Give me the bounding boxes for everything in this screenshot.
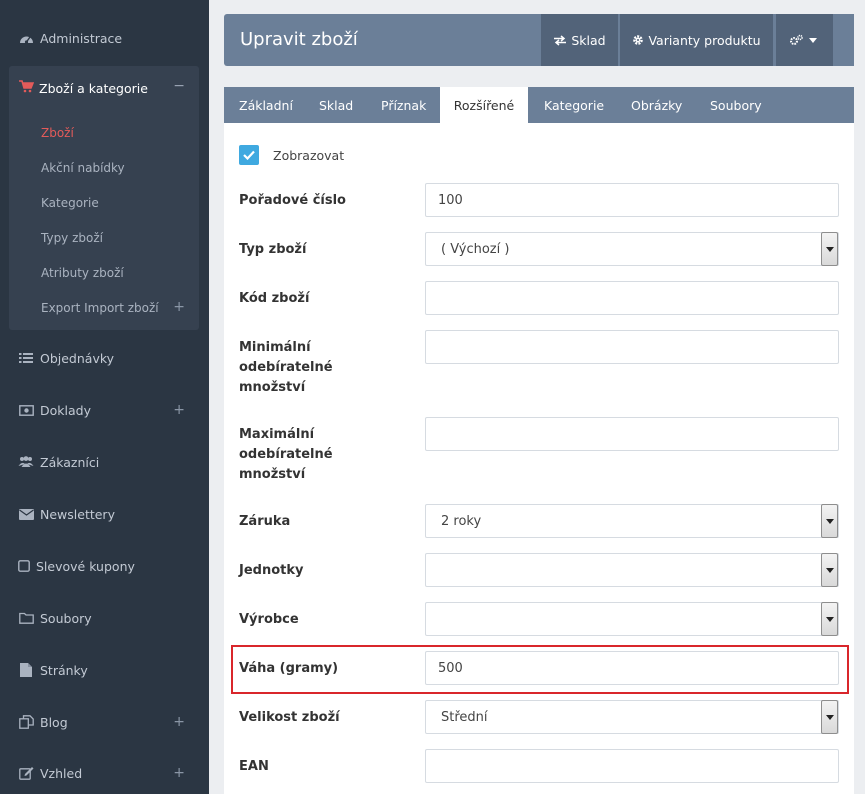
size-select[interactable]: Střední [425, 700, 839, 734]
tab-obrazky[interactable]: Obrázky [631, 87, 682, 123]
type-label: Typ zboží [239, 242, 307, 257]
tab-rozsirene[interactable]: Rozšířené [440, 87, 528, 123]
page-header: Upravit zboží Sklad Varianty produktu [224, 14, 854, 66]
gears-icon [789, 34, 803, 45]
sidebar-item-label: Newslettery [40, 506, 115, 522]
sidebar-subitem-typy-zbozi[interactable]: Typy zboží [41, 231, 103, 245]
sidebar-item-label: Blog [40, 714, 68, 730]
type-select[interactable]: ( Výchozí ) [425, 232, 839, 266]
expand-icon[interactable]: + [173, 765, 185, 781]
money-icon [18, 403, 34, 417]
sidebar-subitem-export-import[interactable]: Export Import zboží [41, 301, 159, 315]
dropdown-arrow-icon[interactable] [821, 232, 838, 266]
min-quantity-input[interactable] [425, 330, 839, 364]
caret-down-icon [808, 37, 817, 43]
sidebar-item-label: Administrace [40, 30, 123, 46]
shopping-cart-icon [19, 80, 35, 96]
show-label: Zobrazovat [273, 147, 345, 163]
sidebar-subitem-kategorie[interactable]: Kategorie [41, 196, 99, 210]
sidebar-item-soubory[interactable]: Soubory [0, 608, 209, 628]
sidebar-item-administrace[interactable]: Administrace [0, 28, 209, 48]
sidebar-item-newslettery[interactable]: Newslettery [0, 504, 209, 524]
page-title: Upravit zboží [240, 29, 358, 50]
sidebar-item-vzhled[interactable]: Vzhled + [0, 763, 209, 783]
sidebar-group-zbozi: Zboží a kategorie − Zboží Akční nabídky … [9, 66, 199, 330]
users-icon [18, 455, 34, 469]
envelope-icon [18, 507, 34, 521]
sidebar-subitem-akcni-nabidky[interactable]: Akční nabídky [41, 161, 125, 175]
settings-dropdown-button[interactable] [775, 14, 833, 66]
check-icon [243, 150, 255, 160]
sidebar-item-blog[interactable]: Blog + [0, 712, 209, 732]
size-label: Velikost zboží [239, 710, 340, 725]
sidebar-subitem-zbozi[interactable]: Zboží [41, 126, 74, 140]
max-quantity-label: Maximální odebíratelné množství [239, 427, 333, 482]
sidebar-item-objednavky[interactable]: Objednávky [0, 348, 209, 368]
dashboard-icon [18, 31, 34, 45]
tab-kategorie[interactable]: Kategorie [544, 87, 604, 123]
maker-select[interactable] [425, 602, 839, 636]
square-icon [18, 559, 30, 573]
sidebar-item-slevove-kupony[interactable]: Slevové kupony [0, 556, 209, 576]
sidebar-item-label: Soubory [40, 610, 92, 626]
folder-icon [18, 611, 34, 625]
tab-soubory[interactable]: Soubory [710, 87, 762, 123]
dropdown-arrow-icon[interactable] [821, 553, 838, 587]
list-icon [18, 351, 34, 365]
copy-icon [18, 715, 34, 729]
units-select[interactable] [425, 553, 839, 587]
maker-label: Výrobce [239, 612, 299, 627]
warranty-select[interactable]: 2 roky [425, 504, 839, 538]
edit-icon [18, 766, 34, 780]
weight-highlight-box [231, 645, 849, 694]
tab-zakladni[interactable]: Základní [239, 87, 293, 123]
sidebar-item-label: Zákazníci [40, 454, 100, 470]
sidebar-item-zbozi-kategorie[interactable]: Zboží a kategorie [19, 80, 148, 96]
show-checkbox-row: Zobrazovat [239, 145, 344, 165]
expand-icon[interactable]: + [173, 299, 185, 315]
expand-icon[interactable]: + [173, 402, 185, 418]
sidebar-item-stranky[interactable]: Stránky [0, 660, 209, 680]
sidebar-group-label: Zboží a kategorie [39, 80, 148, 96]
exchange-icon [554, 34, 567, 46]
tab-bar: Základní Sklad Příznak Rozšířené Kategor… [224, 87, 854, 123]
file-icon [18, 663, 34, 677]
tab-priznak[interactable]: Příznak [381, 87, 426, 123]
sidebar: Administrace Zboží a kategorie − Zboží A… [0, 0, 209, 794]
dropdown-arrow-icon[interactable] [821, 602, 838, 636]
sidebar-item-label: Objednávky [40, 350, 115, 366]
expand-icon[interactable]: + [173, 714, 185, 730]
warranty-label: Záruka [239, 514, 291, 529]
sklad-button[interactable]: Sklad [540, 14, 618, 66]
sidebar-subitem-atributy-zbozi[interactable]: Atributy zboží [41, 266, 124, 280]
dropdown-arrow-icon[interactable] [821, 700, 838, 734]
sidebar-item-label: Stránky [40, 662, 88, 678]
code-input[interactable] [425, 281, 839, 315]
sidebar-item-label: Vzhled [40, 765, 83, 781]
sidebar-item-doklady[interactable]: Doklady + [0, 400, 209, 420]
show-checkbox[interactable] [239, 145, 259, 165]
ean-input[interactable] [425, 749, 839, 783]
ean-label: EAN [239, 759, 269, 774]
tab-sklad[interactable]: Sklad [319, 87, 353, 123]
sidebar-item-label: Slevové kupony [36, 558, 135, 574]
code-label: Kód zboží [239, 291, 310, 306]
varianty-produktu-button[interactable]: Varianty produktu [619, 14, 773, 66]
collapse-icon[interactable]: − [173, 78, 185, 94]
order-label: Pořadové číslo [239, 193, 346, 208]
sidebar-item-label: Doklady [40, 402, 91, 418]
dropdown-arrow-icon[interactable] [821, 504, 838, 538]
units-label: Jednotky [239, 563, 304, 578]
min-quantity-label: Minimální odebíratelné množství [239, 340, 333, 395]
order-input[interactable]: 100 [425, 183, 839, 217]
gear-icon [633, 35, 644, 45]
max-quantity-input[interactable] [425, 417, 839, 451]
sidebar-item-zakaznici[interactable]: Zákazníci [0, 452, 209, 472]
